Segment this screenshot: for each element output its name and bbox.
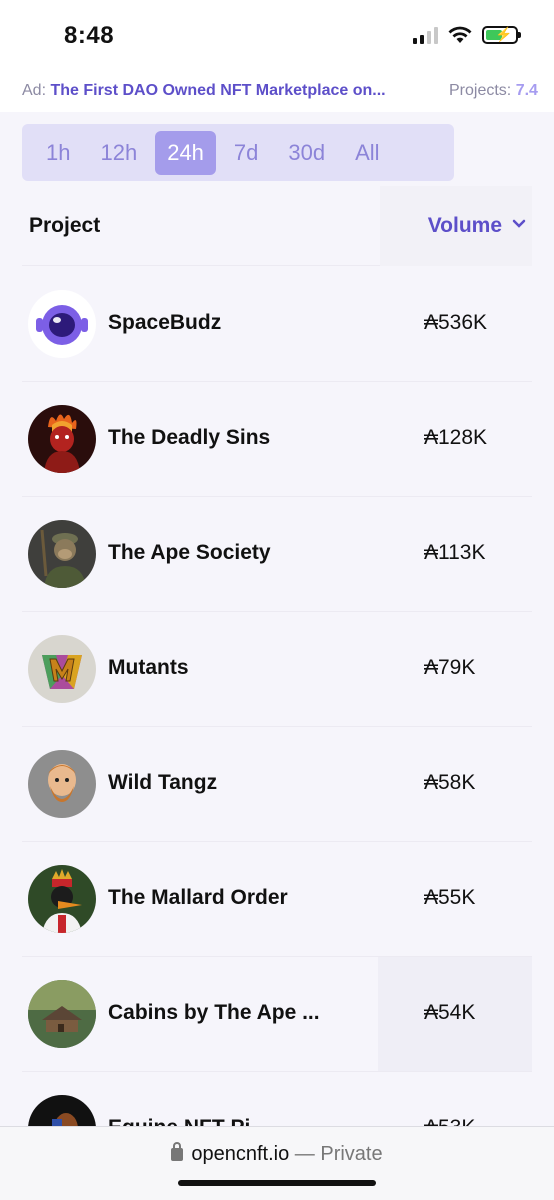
tab-all[interactable]: All xyxy=(343,131,391,175)
project-volume: ₳536K xyxy=(424,311,488,334)
cellular-signal-icon xyxy=(413,26,438,44)
project-name[interactable]: SpaceBudz xyxy=(108,311,221,335)
deadly-sins-avatar xyxy=(28,405,96,473)
table-header: Project Volume xyxy=(22,186,532,266)
table-row[interactable]: The Ape Society ₳113K xyxy=(22,497,532,612)
tab-30d[interactable]: 30d xyxy=(276,131,337,175)
spacebudz-astronaut-icon xyxy=(28,290,96,358)
ad-banner[interactable]: Ad: The First DAO Owned NFT Marketplace … xyxy=(0,72,554,112)
projects-stat: Projects: 7.4 xyxy=(449,82,538,100)
table-row[interactable]: The Deadly Sins ₳128K xyxy=(22,382,532,497)
ad[interactable]: Ad: The First DAO Owned NFT Marketplace … xyxy=(22,82,386,100)
project-name[interactable]: The Deadly Sins xyxy=(108,426,270,450)
projects-value: 7.4 xyxy=(515,82,538,99)
tab-7d[interactable]: 7d xyxy=(222,131,270,175)
projects-label: Projects: xyxy=(449,82,512,99)
url-display[interactable]: opencnft.io — Private xyxy=(0,1142,554,1166)
tab-24h[interactable]: 24h xyxy=(155,130,216,175)
mallard-order-avatar xyxy=(28,865,96,933)
ad-prefix: Ad: xyxy=(22,82,47,99)
table-row[interactable]: Wild Tangz ₳58K xyxy=(22,727,532,842)
project-name[interactable]: The Mallard Order xyxy=(108,886,288,910)
project-name[interactable]: Wild Tangz xyxy=(108,771,217,795)
status-icons: ⚡ xyxy=(413,26,521,44)
lock-icon xyxy=(171,1142,184,1161)
private-mode-label: Private xyxy=(320,1143,383,1165)
table-row[interactable]: The Mallard Order ₳55K xyxy=(22,842,532,957)
browser-address-bar[interactable]: opencnft.io — Private xyxy=(0,1126,554,1200)
column-header-project[interactable]: Project xyxy=(29,214,100,238)
table-row[interactable]: SpaceBudz ₳536K xyxy=(22,267,532,382)
project-volume: ₳58K xyxy=(424,771,476,794)
table-row[interactable]: Mutants ₳79K xyxy=(22,612,532,727)
home-indicator[interactable] xyxy=(178,1180,376,1186)
chevron-down-icon[interactable] xyxy=(512,216,526,234)
project-volume: ₳54K xyxy=(424,1001,476,1024)
wifi-icon xyxy=(448,26,472,43)
ad-link[interactable]: The First DAO Owned NFT Marketplace on..… xyxy=(50,82,385,99)
project-volume: ₳113K xyxy=(424,541,486,564)
time-range-tabs: 1h 12h 24h 7d 30d All xyxy=(22,124,454,181)
url-text[interactable]: opencnft.io xyxy=(191,1143,289,1165)
battery-charging-icon: ⚡ xyxy=(482,26,521,44)
mutants-logo-avatar xyxy=(28,635,96,703)
wild-tangz-avatar xyxy=(28,750,96,818)
table-row[interactable]: Cabins by The Ape ... ₳54K xyxy=(22,957,532,1072)
column-header-volume[interactable]: Volume xyxy=(428,214,502,238)
cabins-avatar xyxy=(28,980,96,1048)
project-volume: ₳128K xyxy=(424,426,488,449)
url-separator: — xyxy=(294,1143,315,1165)
project-name[interactable]: The Ape Society xyxy=(108,541,271,565)
ape-society-avatar xyxy=(28,520,96,588)
tab-1h[interactable]: 1h xyxy=(34,131,82,175)
tab-12h[interactable]: 12h xyxy=(88,131,149,175)
project-volume: ₳79K xyxy=(424,656,476,679)
project-name[interactable]: Mutants xyxy=(108,656,189,680)
status-time: 8:48 xyxy=(64,22,115,49)
project-volume: ₳55K xyxy=(424,886,476,909)
status-bar: 8:48 ⚡ xyxy=(0,0,554,72)
project-name[interactable]: Cabins by The Ape ... xyxy=(108,1001,320,1025)
